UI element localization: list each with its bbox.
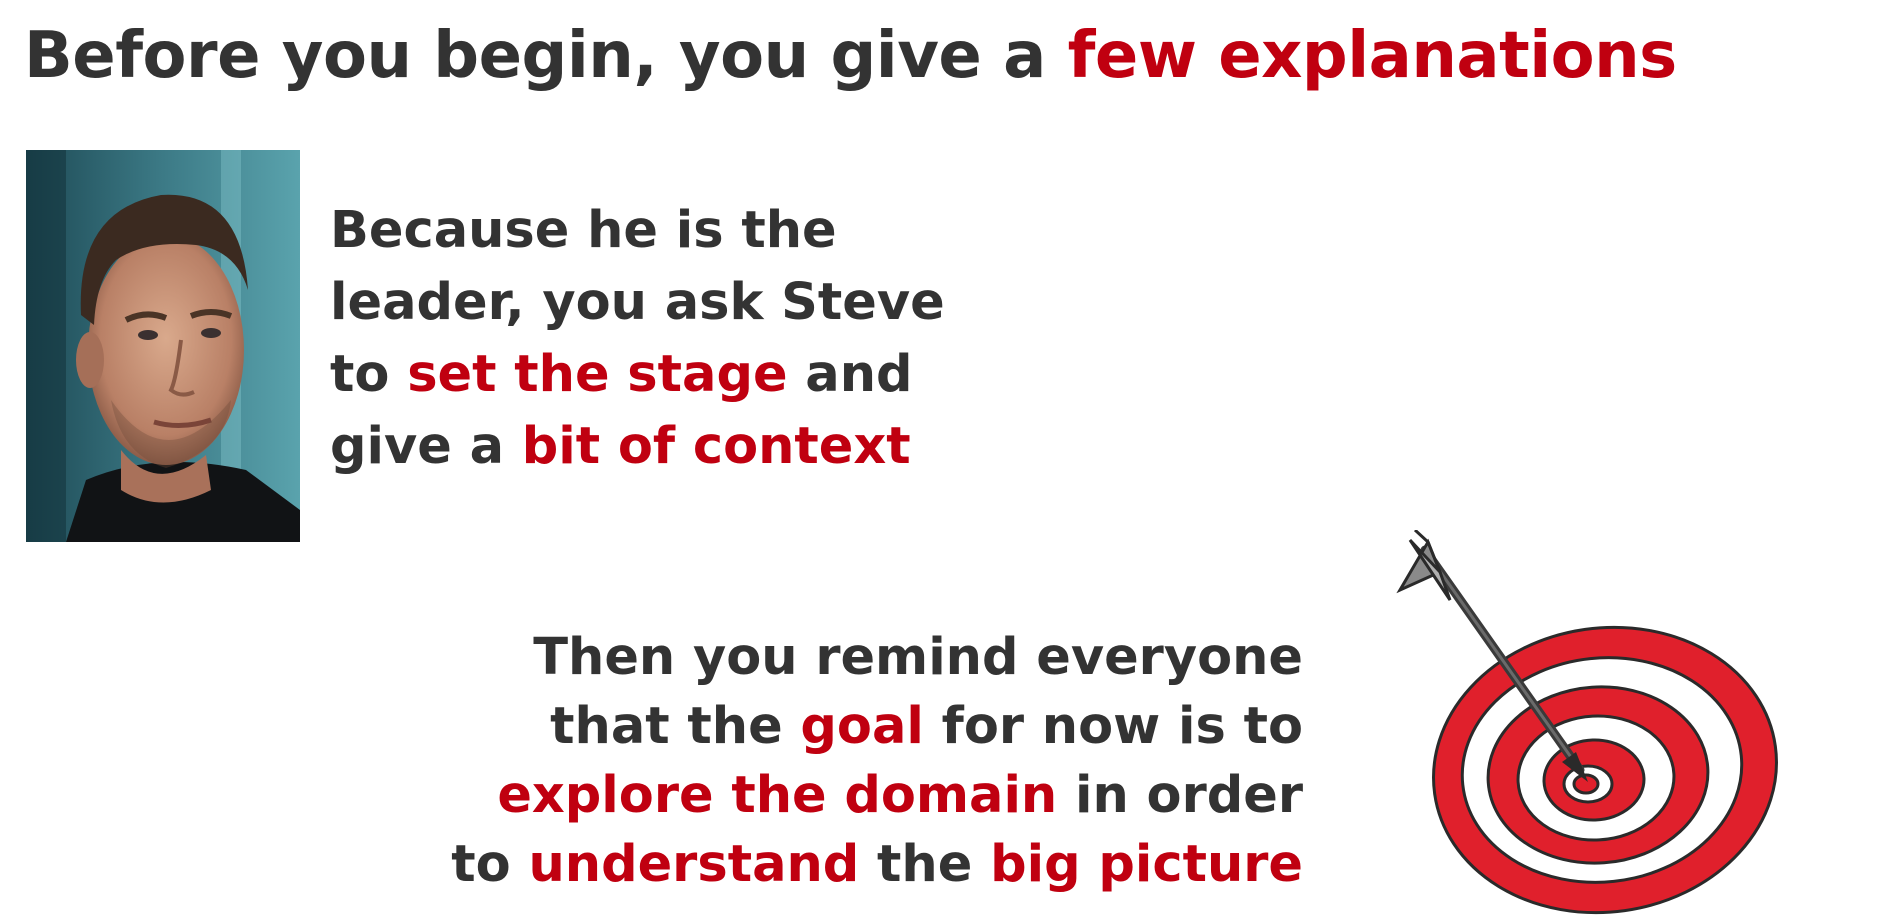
- paragraph-goal: Then you remind everyone that the goal f…: [451, 623, 1303, 899]
- slide-title: Before you begin, you give a few explana…: [24, 14, 1677, 98]
- portrait-image: [26, 150, 300, 542]
- paragraph1-highlight-set-the-stage: set the stage: [407, 345, 788, 404]
- paragraph2-line2: that the goal for now is to: [451, 692, 1303, 761]
- paragraph2-highlight-big-picture: big picture: [990, 835, 1303, 894]
- slide: Before you begin, you give a few explana…: [0, 0, 1893, 923]
- paragraph2-line2-text-a: that the: [550, 697, 801, 756]
- paragraph1-line4-text-a: give a: [330, 417, 522, 476]
- title-text: Before you begin, you give a: [24, 19, 1068, 93]
- paragraph1-line1: Because he is the: [330, 201, 837, 260]
- target-illustration: [1396, 530, 1778, 915]
- paragraph2-line4-text-a: to: [451, 835, 529, 894]
- portrait-photo: [26, 150, 300, 542]
- paragraph2-highlight-explore-the-domain: explore the domain: [497, 766, 1058, 825]
- paragraph2-line4-text-b: the: [859, 835, 991, 894]
- title-highlight: few explanations: [1067, 19, 1678, 93]
- target-with-arrow-icon: [1380, 530, 1800, 923]
- paragraph2-line4: to understand the big picture: [451, 830, 1303, 899]
- paragraph1-line3-text-b: and: [787, 345, 913, 404]
- paragraph2-highlight-goal: goal: [800, 697, 924, 756]
- paragraph1-line2: leader, you ask Steve: [330, 273, 945, 332]
- paragraph1-line3: to set the stage and: [330, 339, 945, 411]
- paragraph1-line3-text-a: to: [330, 345, 408, 404]
- paragraph-leader-context: Because he is the leader, you ask Steve …: [330, 195, 945, 483]
- paragraph2-line3: explore the domain in order: [451, 761, 1303, 830]
- paragraph2-line3-text-b: in order: [1057, 766, 1303, 825]
- paragraph2-line2-text-b: for now is to: [923, 697, 1303, 756]
- paragraph1-line4: give a bit of context: [330, 411, 945, 483]
- paragraph1-highlight-bit-of-context: bit of context: [521, 417, 911, 476]
- paragraph2-line1: Then you remind everyone: [533, 628, 1303, 687]
- paragraph2-highlight-understand: understand: [528, 835, 860, 894]
